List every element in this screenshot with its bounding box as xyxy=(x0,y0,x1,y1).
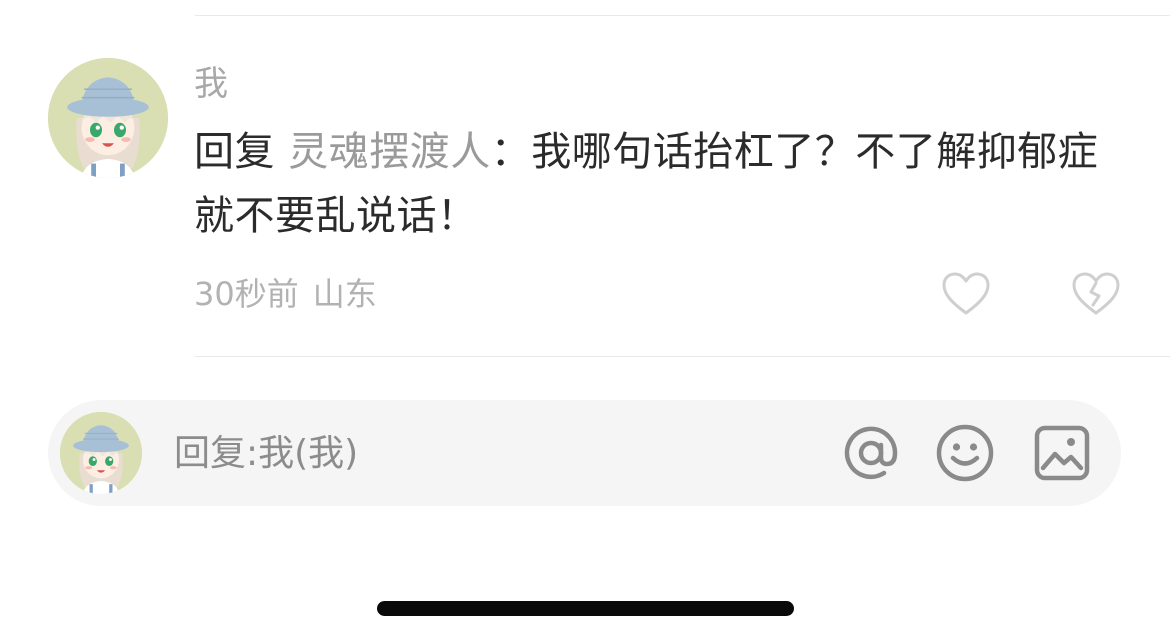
reply-separator: ： xyxy=(490,129,532,175)
emoji-button[interactable] xyxy=(934,422,996,484)
mention-button[interactable] xyxy=(840,422,902,484)
dislike-button[interactable] xyxy=(1068,268,1124,320)
reply-avatar xyxy=(60,412,142,494)
comment-avatar[interactable] xyxy=(48,58,168,178)
home-indicator[interactable] xyxy=(377,601,794,616)
divider-top xyxy=(195,15,1170,16)
anime-girl-avatar-icon xyxy=(60,412,142,494)
reply-target-username[interactable]: 灵魂摆渡人 xyxy=(288,129,491,175)
image-icon xyxy=(1034,425,1090,481)
comment-body[interactable]: 回复 灵魂摆渡人：我哪句话抬杠了？不了解抑郁症就不要乱说话！ xyxy=(194,120,1124,248)
comment-location: 山东 xyxy=(312,275,377,313)
heart-outline-icon xyxy=(942,272,990,315)
at-icon xyxy=(844,426,898,480)
anime-girl-avatar-icon xyxy=(48,58,168,178)
comment-screen: 我 回复 灵魂摆渡人：我哪句话抬杠了？不了解抑郁症就不要乱说话！ 30秒前 山东 xyxy=(0,0,1170,640)
broken-heart-icon xyxy=(1072,272,1120,315)
reply-bar xyxy=(48,400,1121,506)
comment-username[interactable]: 我 xyxy=(194,62,228,106)
image-button[interactable] xyxy=(1031,422,1093,484)
divider-bottom xyxy=(195,356,1170,357)
smiley-icon xyxy=(936,424,994,482)
comment-time: 30秒前 xyxy=(194,275,299,313)
like-button[interactable] xyxy=(938,268,994,320)
reply-input[interactable] xyxy=(174,428,814,478)
comment-meta: 30秒前 山东 xyxy=(194,272,377,316)
reply-prefix: 回复 xyxy=(194,129,289,175)
